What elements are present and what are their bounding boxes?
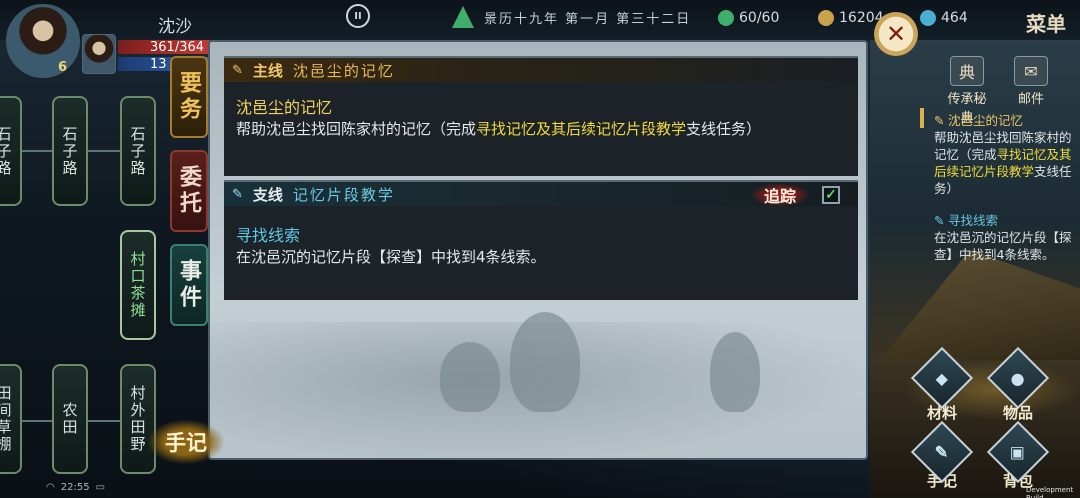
pause-button[interactable]: II	[346, 4, 370, 28]
tracker-side-desc: 在沈邑沉的记忆片段【探查】中找到4条线索。	[934, 230, 1072, 262]
menu-button[interactable]: 菜单	[1026, 8, 1066, 37]
map-node-stone-road-1[interactable]: 石子路	[0, 96, 22, 206]
scroll-icon: ✎	[232, 62, 243, 78]
stamina-icon	[718, 10, 734, 26]
map-node-tea-stall[interactable]: 村口茶摊	[120, 230, 156, 340]
money-stat: 16204	[818, 10, 884, 26]
track-label: 追踪	[752, 184, 809, 206]
tracker-main-title-text: 沈邑尘的记忆	[948, 113, 1024, 128]
close-button[interactable]: ✕	[874, 12, 918, 56]
tracker-side-quest[interactable]: ✎ 寻找线索 在沈邑沉的记忆片段【探查】中找到4条线索。	[934, 212, 1080, 263]
coin-icon	[818, 10, 834, 26]
backpack-button[interactable]: ▣ 背包	[986, 420, 1050, 491]
side-quest-description: 在沈邑沉的记忆片段【探查】中找到4条线索。	[236, 248, 546, 266]
companion-portrait[interactable]	[82, 34, 116, 74]
tracker-accent-bar	[920, 108, 924, 128]
player-avatar[interactable]	[6, 4, 80, 78]
wifi-icon: ◠	[46, 482, 55, 493]
side-quest-card[interactable]: ✎ 支线 记忆片段教学 追踪 ✓ 寻找线索 在沈邑沉的记忆片段【探查】中找到4条…	[224, 180, 858, 300]
player-level: 6	[58, 60, 68, 75]
materials-icon: ◆	[910, 346, 974, 410]
quest-type-main: 主线	[252, 61, 283, 80]
player-name: 沈沙	[158, 17, 192, 37]
mountain-icon	[452, 6, 474, 28]
build-label: Development Build	[1026, 486, 1074, 498]
quest-type-side: 支线	[252, 185, 283, 204]
calendar-date: 景历十九年 第一月 第三十二日	[452, 6, 691, 28]
gem-value: 464	[941, 10, 968, 26]
tab-entrust[interactable]: 委托	[170, 150, 208, 232]
mp-value: 13	[150, 57, 167, 72]
tracker-side-title: ✎ 寻找线索	[934, 212, 1080, 229]
clock-time: 22:55	[60, 482, 90, 493]
tracker-main-desc: 帮助沈邑尘找回陈家村的记忆（完成寻找记忆及其后续记忆片段教学支线任务）	[934, 129, 1080, 197]
items-icon: ●	[986, 346, 1050, 410]
stamina-value: 60/60	[739, 10, 780, 26]
device-status-bar: ◠ 22:55 ▭	[46, 482, 105, 493]
track-checkbox[interactable]: ✓	[822, 186, 840, 204]
map-node-farmland[interactable]: 农田	[52, 364, 88, 474]
main-quest-title: 沈邑尘的记忆	[236, 98, 333, 117]
map-node-stone-road-2[interactable]: 石子路	[52, 96, 88, 206]
tracker-side-title-text: 寻找线索	[948, 213, 999, 228]
desc-highlight: 寻找记忆及其后续记忆片段教学	[476, 120, 687, 138]
date-text: 景历十九年 第一月 第三十二日	[484, 11, 692, 27]
tracker-main-quest[interactable]: ✎ 沈邑尘的记忆 帮助沈邑尘找回陈家村的记忆（完成寻找记忆及其后续记忆片段教学支线…	[934, 112, 1080, 197]
quest-panel: ✎ 主线 沈邑尘的记忆 沈邑尘的记忆 帮助沈邑尘找回陈家村的记忆（完成寻找记忆及…	[208, 40, 868, 460]
main-quest-header-title: 沈邑尘的记忆	[292, 61, 395, 80]
battery-icon: ▭	[95, 482, 106, 493]
gem-stat: 464	[920, 10, 968, 26]
mail-icon: ✉	[1014, 56, 1048, 86]
handbook-button[interactable]: 手记	[148, 420, 224, 464]
main-quest-description: 帮助沈邑尘找回陈家村的记忆（完成寻找记忆及其后续记忆片段教学支线任务）	[236, 118, 761, 140]
journal-button[interactable]: ✎ 手记	[910, 420, 974, 491]
desc-text: 帮助沈邑尘找回陈家村的记忆（完成	[236, 120, 477, 138]
side-quest-header-title: 记忆片段教学	[292, 185, 395, 204]
gem-icon	[920, 10, 936, 26]
main-quest-header: ✎ 主线 沈邑尘的记忆	[224, 58, 858, 82]
map-node-field-shed[interactable]: 田间草棚	[0, 364, 22, 474]
main-quest-card[interactable]: ✎ 主线 沈邑尘的记忆 沈邑尘的记忆 帮助沈邑尘找回陈家村的记忆（完成寻找记忆及…	[224, 56, 858, 176]
side-quest-title: 寻找线索	[236, 226, 301, 245]
tab-main-quests[interactable]: 要务	[170, 56, 208, 138]
brush-icon: ✎	[232, 186, 243, 202]
desc-text: 支线任务）	[686, 120, 762, 138]
mail-label: 邮件	[1017, 92, 1044, 107]
tracker-main-title: ✎ 沈邑尘的记忆	[934, 112, 1080, 129]
mist-layer	[210, 322, 866, 458]
brush-icon: ✎	[934, 213, 945, 228]
hp-value: 361/364	[150, 40, 205, 55]
map-node-stone-road-3[interactable]: 石子路	[120, 96, 156, 206]
stamina-stat: 60/60	[718, 10, 779, 26]
scroll-icon: ✎	[934, 113, 945, 128]
side-quest-header: ✎ 支线 记忆片段教学 追踪 ✓	[224, 182, 858, 206]
book-icon: 典	[950, 56, 984, 86]
materials-button[interactable]: ◆ 材料	[910, 346, 974, 423]
items-button[interactable]: ● 物品	[986, 346, 1050, 423]
tab-events[interactable]: 事件	[170, 244, 208, 326]
